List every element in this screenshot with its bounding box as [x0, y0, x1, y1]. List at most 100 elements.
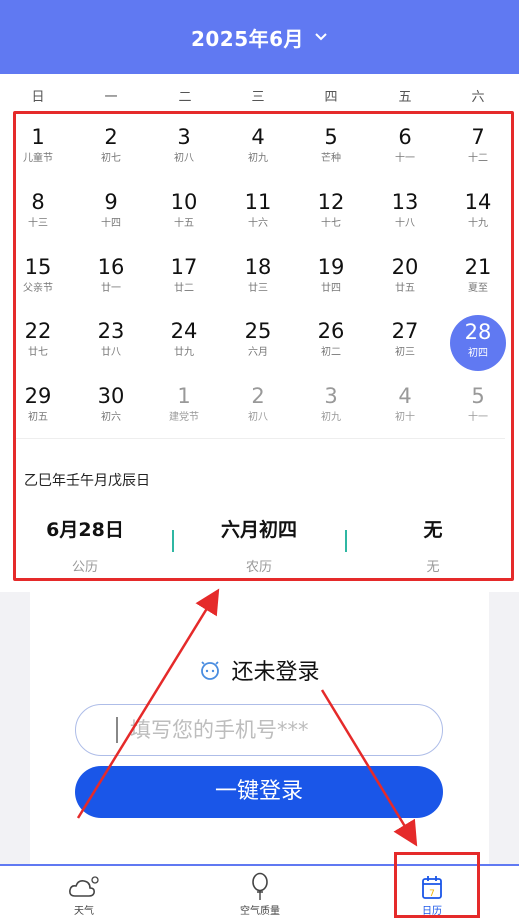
chevron-down-icon[interactable]	[314, 32, 328, 42]
gregorian-column: 6月28日 公历	[0, 515, 170, 575]
calendar-day[interactable]: 10 十五	[154, 185, 214, 243]
calendar-day[interactable]: 2 初八	[228, 379, 288, 437]
lunar-day: 廿三	[248, 283, 268, 294]
column-separator	[345, 530, 347, 552]
day-number: 4	[398, 384, 412, 408]
calendar-day[interactable]: 7 十二	[448, 120, 508, 178]
lunar-day: 初八	[174, 153, 194, 164]
day-number: 10	[170, 190, 198, 214]
lunar-day: 十四	[101, 218, 121, 229]
day-number: 2	[104, 125, 118, 149]
calendar-day[interactable]: 6 十一	[375, 120, 435, 178]
lunar-day: 初八	[248, 412, 268, 423]
day-number: 23	[97, 319, 125, 343]
calendar-day[interactable]: 25 六月	[228, 314, 288, 372]
calendar-day[interactable]: 27 初三	[375, 314, 435, 372]
lunar-day: 初四	[468, 348, 488, 359]
tab-weather[interactable]: 天气	[44, 872, 124, 917]
calendar-day[interactable]: 21 夏至	[448, 250, 508, 308]
day-number: 5	[471, 384, 485, 408]
lunar-day: 儿童节	[23, 153, 53, 164]
calendar-day[interactable]: 26 初二	[301, 314, 361, 372]
day-number: 16	[97, 255, 125, 279]
tab-air-quality[interactable]: 空气质量	[220, 872, 300, 917]
lunar-day: 父亲节	[23, 283, 53, 294]
day-number: 26	[317, 319, 345, 343]
calendar-day[interactable]: 5 十一	[448, 379, 508, 437]
lunar-day: 建党节	[169, 412, 199, 423]
lunar-day: 芒种	[321, 153, 341, 164]
calendar-day[interactable]: 8 十三	[8, 185, 68, 243]
lunar-day: 初五	[28, 412, 48, 423]
day-number: 3	[324, 384, 338, 408]
calendar-day[interactable]: 30 初六	[81, 379, 141, 437]
lunar-day: 初三	[395, 347, 415, 358]
calendar-day[interactable]: 12 十七	[301, 185, 361, 243]
lunar-day: 夏至	[468, 283, 488, 294]
calendar-day[interactable]: 2 初七	[81, 120, 141, 178]
lunar-day: 廿七	[28, 347, 48, 358]
day-number: 5	[324, 125, 338, 149]
calendar-day[interactable]: 16 廿一	[81, 250, 141, 308]
calendar-day[interactable]: 22 廿七	[8, 314, 68, 372]
tab-air-quality-label: 空气质量	[240, 906, 280, 917]
calendar-day[interactable]: 19 廿四	[301, 250, 361, 308]
phone-field-container[interactable]	[75, 704, 452, 756]
day-number: 3	[177, 125, 191, 149]
login-title-text: 还未登录	[231, 660, 320, 685]
lunar-day: 十三	[28, 218, 48, 229]
day-number: 21	[464, 255, 492, 279]
weekday-label: 四	[324, 90, 338, 105]
day-number: 11	[244, 190, 272, 214]
day-number: 1	[177, 384, 191, 408]
balloon-icon	[220, 872, 300, 902]
day-number: 17	[170, 255, 198, 279]
phone-input[interactable]	[128, 705, 452, 755]
lunar-day: 廿五	[395, 283, 415, 294]
day-number: 24	[170, 319, 198, 343]
calendar-day[interactable]: 14 十九	[448, 185, 508, 243]
annotation-box-calendar-tab	[394, 852, 480, 918]
calendar-day[interactable]: 5 芒种	[301, 120, 361, 178]
clock-icon	[199, 659, 221, 681]
lunar-date: 六月初四	[220, 519, 297, 541]
lunar-day: 十九	[468, 218, 488, 229]
lunar-day: 初七	[101, 153, 121, 164]
calendar-day-selected[interactable]: 28 初四	[450, 315, 506, 371]
weekday-label: 三	[251, 90, 265, 105]
day-number: 1	[31, 125, 45, 149]
lunar-column: 六月初四 农历	[174, 515, 344, 575]
festival-column: 无 无	[348, 515, 518, 575]
weekday-label: 二	[178, 90, 192, 105]
weekday-label: 日	[31, 90, 45, 105]
calendar-day[interactable]: 20 廿五	[375, 250, 435, 308]
day-number: 7	[471, 125, 485, 149]
lunar-day: 十六	[248, 218, 268, 229]
calendar-day[interactable]: 15 父亲节	[8, 250, 68, 308]
calendar-day[interactable]: 3 初八	[154, 120, 214, 178]
calendar-day[interactable]: 4 初九	[228, 120, 288, 178]
calendar-day[interactable]: 1 建党节	[154, 379, 214, 437]
lunar-day: 十八	[395, 218, 415, 229]
weekday-label: 一	[104, 90, 118, 105]
weekday-label: 五	[398, 90, 412, 105]
calendar-day[interactable]: 11 十六	[228, 185, 288, 243]
calendar-day[interactable]: 3 初九	[301, 379, 361, 437]
calendar-day[interactable]: 23 廿八	[81, 314, 141, 372]
calendar-day[interactable]: 13 十八	[375, 185, 435, 243]
calendar-day[interactable]: 9 十四	[81, 185, 141, 243]
calendar-day[interactable]: 18 廿三	[228, 250, 288, 308]
festival-label: 无	[426, 560, 440, 575]
text-cursor	[116, 717, 118, 743]
one-click-login-button[interactable]: 一键登录	[75, 766, 443, 818]
day-number: 14	[464, 190, 492, 214]
day-number: 20	[391, 255, 419, 279]
calendar-day[interactable]: 24 廿九	[154, 314, 214, 372]
calendar-day[interactable]: 29 初五	[8, 379, 68, 437]
lunar-day: 初二	[321, 347, 341, 358]
calendar-day[interactable]: 1 儿童节	[8, 120, 68, 178]
month-header[interactable]: 2025年6月	[0, 0, 519, 74]
calendar-day[interactable]: 17 廿二	[154, 250, 214, 308]
day-number: 29	[24, 384, 52, 408]
calendar-day[interactable]: 4 初十	[375, 379, 435, 437]
